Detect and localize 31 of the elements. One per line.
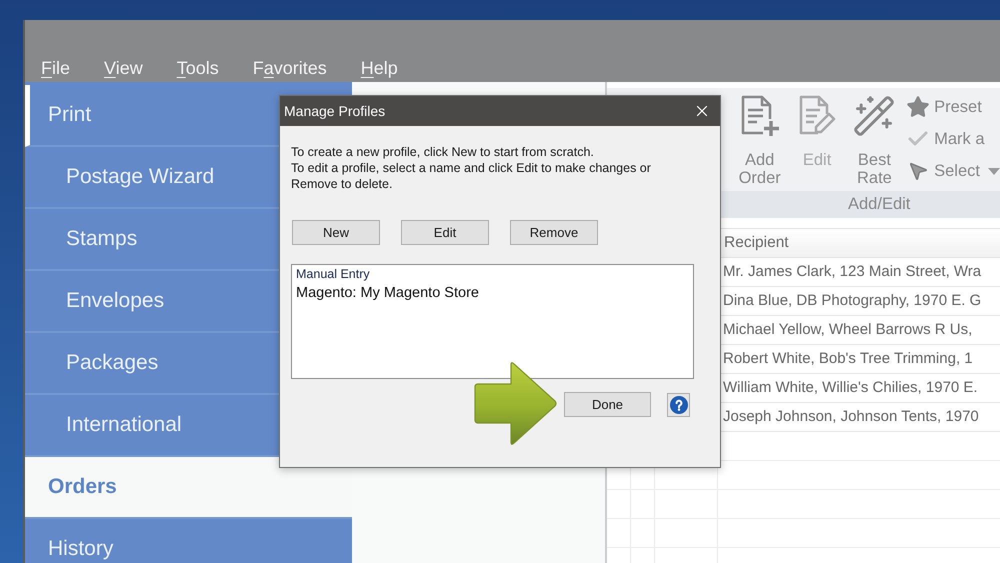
done-button[interactable]: Done bbox=[564, 392, 651, 417]
dialog-button[interactable]: Remove bbox=[510, 220, 598, 245]
menu-item[interactable]: Tools bbox=[176, 56, 219, 80]
ribbon-button[interactable]: Add Order bbox=[731, 88, 788, 191]
magic-wand-icon bbox=[852, 94, 896, 138]
table-cell-text: Joseph Johnson, Johnson Tents, 1970 bbox=[723, 406, 979, 427]
help-button[interactable] bbox=[667, 392, 690, 416]
table-cell-text: Mr. James Clark, 123 Main Street, Wra bbox=[723, 262, 982, 282]
document-pencil-icon bbox=[798, 95, 836, 137]
star-icon bbox=[906, 95, 930, 119]
menu-item[interactable]: File bbox=[41, 56, 70, 80]
cursor-icon bbox=[907, 160, 930, 182]
profile-list[interactable]: Manual Entry Magento: My Magento Store bbox=[291, 264, 694, 379]
table-cell-text: Dina Blue, DB Photography, 1970 E. G bbox=[723, 290, 982, 311]
group-label: Add/Edit bbox=[848, 194, 910, 216]
ribbon-button[interactable]: Preset bbox=[906, 91, 1000, 123]
ribbon-button[interactable]: Mark a bbox=[906, 123, 1000, 155]
ribbon-button[interactable]: Best Rate bbox=[846, 88, 904, 191]
dialog-button[interactable]: New bbox=[292, 220, 380, 245]
column-header[interactable]: Recipient bbox=[724, 231, 789, 255]
ribbon-button[interactable]: Select bbox=[906, 155, 1000, 187]
dialog-button[interactable]: Edit bbox=[401, 220, 489, 245]
sidebar-item[interactable]: Orders bbox=[25, 457, 352, 519]
document-plus-icon bbox=[740, 95, 780, 137]
menu-item[interactable]: View bbox=[104, 56, 143, 80]
table-cell-text: Michael Yellow, Wheel Barrows R Us, bbox=[723, 320, 972, 340]
menu-item[interactable]: Favorites bbox=[252, 56, 327, 80]
menu-item[interactable]: Help bbox=[360, 56, 398, 80]
table-cell-text: Robert White, Bob's Tree Trimming, 1 bbox=[723, 348, 973, 369]
table-cell-text: William White, Willie's Chilies, 1970 E. bbox=[723, 378, 978, 398]
help-icon bbox=[670, 396, 688, 414]
